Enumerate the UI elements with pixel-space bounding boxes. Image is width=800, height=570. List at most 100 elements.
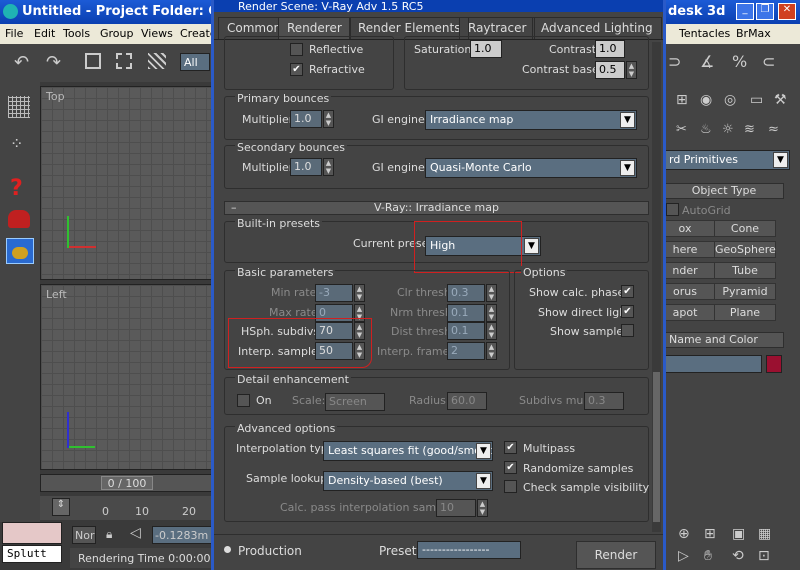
lock-icon[interactable]: 🔒︎ bbox=[106, 527, 112, 542]
none-field[interactable]: Nor bbox=[72, 526, 96, 544]
object-color-swatch[interactable] bbox=[766, 355, 782, 373]
shapes-icon[interactable]: ♨ bbox=[700, 122, 712, 137]
contrast-base-spinner[interactable]: ▲ ▼ bbox=[626, 61, 637, 79]
min-rate-input[interactable]: -3 bbox=[315, 284, 353, 302]
zoom-icon[interactable]: ⊕ bbox=[678, 526, 690, 542]
snap-percent-icon[interactable]: % bbox=[732, 52, 747, 71]
menu-brmax[interactable]: BrMax bbox=[736, 27, 771, 40]
autogrid-checkbox[interactable] bbox=[666, 203, 679, 216]
render-teapot-icon[interactable] bbox=[6, 238, 34, 264]
maximize-button[interactable]: ❐ bbox=[756, 3, 774, 20]
geometry-icon[interactable]: ✂ bbox=[676, 122, 687, 137]
minimize-button[interactable]: _ bbox=[736, 3, 754, 20]
undo-icon[interactable]: ↶ bbox=[14, 52, 29, 73]
interp-frames-spinner[interactable]: ▲ ▼ bbox=[486, 342, 497, 360]
object-name-field[interactable] bbox=[664, 355, 762, 373]
zoom-extents-all-icon[interactable]: ▦ bbox=[758, 526, 771, 542]
clr-thresh-input[interactable]: 0.3 bbox=[447, 284, 485, 302]
randomize-samples-checkbox[interactable]: ✔ bbox=[504, 461, 517, 474]
scale-dropdown[interactable]: Screen bbox=[325, 393, 385, 411]
zoom-extents-icon[interactable]: ▣ bbox=[732, 526, 745, 542]
selection-filter-dropdown[interactable]: All bbox=[180, 53, 210, 71]
color-swatch[interactable] bbox=[2, 522, 62, 544]
show-calc-phase-checkbox[interactable]: ✔ bbox=[621, 285, 634, 298]
time-slider-handle[interactable]: 0 / 100 bbox=[101, 476, 153, 490]
magnet-icon[interactable]: ⊃ bbox=[668, 52, 681, 71]
max-rate-input[interactable]: 0 bbox=[315, 304, 353, 322]
contrast-base-input[interactable]: 0.5 bbox=[595, 61, 625, 79]
display-tab-icon[interactable]: ▭ bbox=[750, 92, 763, 108]
radius-input[interactable]: 60.0 bbox=[447, 392, 487, 410]
multipass-checkbox[interactable]: ✔ bbox=[504, 441, 517, 454]
collapse-icon[interactable]: – bbox=[231, 202, 237, 214]
dialog-scrollbar[interactable] bbox=[652, 42, 661, 532]
interp-frames-input[interactable]: 2 bbox=[447, 342, 485, 360]
secondary-multiplier-input[interactable]: 1.0 bbox=[290, 158, 322, 176]
render-button[interactable]: Render bbox=[576, 541, 656, 569]
teapot-icon[interactable] bbox=[8, 210, 30, 228]
chevron-down-icon[interactable]: ▼ bbox=[476, 473, 491, 489]
preset-bottom-dropdown[interactable]: ----------------- bbox=[417, 541, 521, 559]
reflective-checkbox[interactable] bbox=[290, 43, 303, 56]
primary-multiplier-spinner[interactable]: ▲ ▼ bbox=[323, 110, 334, 128]
chevron-down-icon[interactable]: ▼ bbox=[524, 238, 539, 254]
menu-tentacles[interactable]: Tentacles bbox=[679, 27, 730, 40]
nrm-thresh-input[interactable]: 0.1 bbox=[447, 304, 485, 322]
menu-edit[interactable]: Edit bbox=[34, 27, 55, 40]
sample-lookup-dropdown[interactable]: Density-based (best) ▼ bbox=[323, 471, 493, 491]
chevron-down-icon[interactable]: ▼ bbox=[620, 112, 635, 128]
tube-button[interactable]: Tube bbox=[714, 262, 776, 279]
interpolation-type-dropdown[interactable]: Least squares fit (good/smooth ▼ bbox=[323, 441, 493, 461]
contrast-input[interactable]: 1.0 bbox=[595, 40, 625, 58]
snap-angle-icon[interactable]: ∡ bbox=[700, 52, 714, 71]
motion-tab-icon[interactable]: ◎ bbox=[724, 92, 736, 108]
viewport-left[interactable] bbox=[40, 284, 212, 470]
maxscript-listener[interactable]: Splutt bbox=[2, 545, 62, 563]
bind-icon[interactable] bbox=[148, 53, 166, 69]
utilities-tab-icon[interactable]: ⚒ bbox=[774, 92, 787, 108]
create-tab-icon[interactable]: ⊞ bbox=[676, 92, 688, 108]
hierarchy-tab-icon[interactable]: ◉ bbox=[700, 92, 712, 108]
geosphere-button[interactable]: GeoSphere bbox=[714, 241, 776, 258]
particles-icon[interactable]: ⁘ bbox=[10, 134, 23, 153]
plane-button[interactable]: Plane bbox=[714, 304, 776, 321]
menu-group[interactable]: Group bbox=[100, 27, 134, 40]
dist-thresh-input[interactable]: 0.1 bbox=[447, 322, 485, 340]
production-radio[interactable] bbox=[224, 546, 231, 553]
pyramid-button[interactable]: Pyramid bbox=[714, 283, 776, 300]
secondary-gi-dropdown[interactable]: Quasi-Monte Carlo ▼ bbox=[425, 158, 637, 178]
chevron-down-icon[interactable]: ▼ bbox=[620, 160, 635, 176]
key-icon[interactable]: ⇕ bbox=[52, 498, 70, 516]
menu-tools[interactable]: Tools bbox=[63, 27, 90, 40]
show-direct-light-checkbox[interactable]: ✔ bbox=[621, 305, 634, 318]
helpers-icon[interactable]: ≈ bbox=[768, 122, 779, 137]
cameras-icon[interactable]: ≋ bbox=[744, 122, 755, 137]
calc-pass-spinner[interactable]: ▲ ▼ bbox=[477, 499, 488, 517]
primary-gi-dropdown[interactable]: Irradiance map ▼ bbox=[425, 110, 637, 130]
chevron-down-icon[interactable]: ▼ bbox=[773, 152, 788, 168]
orbit-icon[interactable]: ⟲ bbox=[732, 548, 744, 564]
detail-on-checkbox[interactable] bbox=[237, 394, 250, 407]
lights-icon[interactable]: ☼ bbox=[722, 122, 734, 137]
hsph-subdivs-spinner[interactable]: ▲ ▼ bbox=[354, 322, 365, 340]
cone-button[interactable]: Cone bbox=[714, 220, 776, 237]
fov-icon[interactable]: ▷ bbox=[678, 548, 689, 564]
subdivs-mult-input[interactable]: 0.3 bbox=[584, 392, 624, 410]
show-samples-checkbox[interactable] bbox=[621, 324, 634, 337]
refractive-checkbox[interactable]: ✔ bbox=[290, 63, 303, 76]
redo-icon[interactable]: ↷ bbox=[46, 52, 61, 73]
scrollbar-thumb[interactable] bbox=[653, 372, 660, 522]
irradiance-map-rollout[interactable]: – V-Ray:: Irradiance map bbox=[224, 201, 649, 215]
pan-icon[interactable]: ✋︎ bbox=[704, 548, 712, 564]
primary-multiplier-input[interactable]: 1.0 bbox=[290, 110, 322, 128]
saturation-input[interactable]: 1.0 bbox=[470, 40, 502, 58]
check-visibility-checkbox[interactable] bbox=[504, 480, 517, 493]
zoom-all-icon[interactable]: ⊞ bbox=[704, 526, 716, 542]
interp-samples-input[interactable]: 50 bbox=[315, 342, 353, 360]
primitives-dropdown[interactable]: rd Primitives ▼ bbox=[664, 150, 790, 170]
select-arrow-icon[interactable]: ◁ bbox=[130, 525, 141, 541]
snap-spinner-icon[interactable]: ⊂ bbox=[762, 52, 775, 71]
min-rate-spinner[interactable]: ▲ ▼ bbox=[354, 284, 365, 302]
menu-file[interactable]: File bbox=[5, 27, 23, 40]
unlink-icon[interactable] bbox=[116, 53, 132, 69]
